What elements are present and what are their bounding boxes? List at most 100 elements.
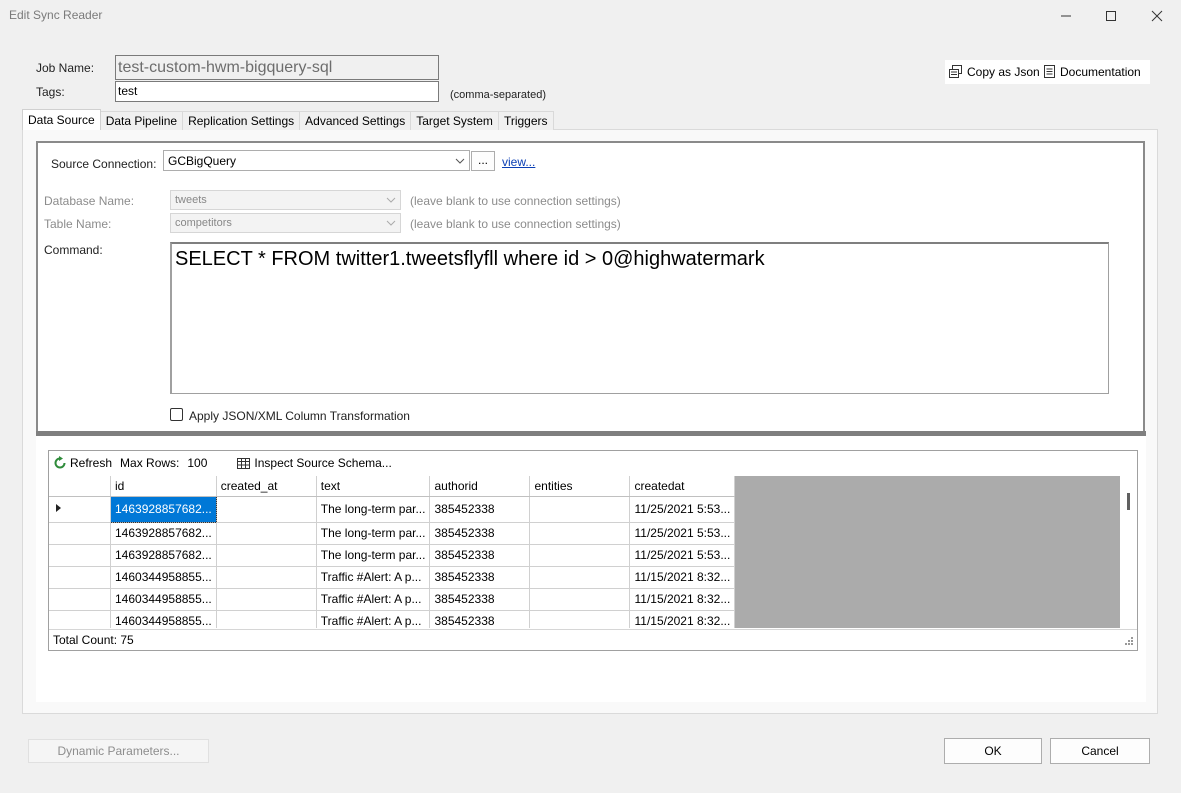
tab-data-source[interactable]: Data Source <box>22 109 101 130</box>
grid-cell[interactable] <box>216 496 317 523</box>
tab-replication-settings[interactable]: Replication Settings <box>182 111 301 130</box>
grid-cell[interactable] <box>529 610 631 628</box>
max-rows-value[interactable]: 100 <box>187 456 207 470</box>
table-row[interactable]: 1460344958855... Traffic #Alert: A p... … <box>49 588 736 611</box>
scrollbar-thumb[interactable] <box>1127 493 1130 510</box>
grid-cell[interactable]: 11/25/2021 5:53... <box>629 544 736 567</box>
cancel-button[interactable]: Cancel <box>1050 738 1150 764</box>
table-row[interactable]: 1463928857682... The long-term par... 38… <box>49 522 736 545</box>
close-icon <box>1151 10 1163 22</box>
chevron-down-icon <box>386 220 396 226</box>
copy-as-json-button[interactable]: Copy as Json <box>945 60 1046 84</box>
job-name-label: Job Name: <box>36 61 95 75</box>
row-header[interactable] <box>49 588 111 611</box>
grid-cell[interactable] <box>216 544 317 567</box>
view-connection-link[interactable]: view... <box>502 155 535 169</box>
grid-cell[interactable]: 385452338 <box>429 610 531 628</box>
grid-cell[interactable] <box>529 588 631 611</box>
grid-cell[interactable]: The long-term par... <box>316 496 431 523</box>
grid-cell[interactable]: 385452338 <box>429 588 531 611</box>
grid-cell[interactable]: 1460344958855... <box>110 588 217 611</box>
json-xml-transform-checkbox[interactable] <box>170 408 183 421</box>
grid-cell[interactable]: Traffic #Alert: A p... <box>316 566 431 589</box>
grid-cell[interactable] <box>216 588 317 611</box>
max-rows-label: Max Rows: <box>120 456 180 470</box>
table-row[interactable]: 1463928857682... The long-term par... 38… <box>49 495 736 523</box>
tags-label: Tags: <box>36 85 65 99</box>
tab-advanced-settings[interactable]: Advanced Settings <box>299 111 412 130</box>
chevron-down-icon <box>455 158 465 164</box>
grid-cell[interactable]: The long-term par... <box>316 522 431 545</box>
tab-data-pipeline[interactable]: Data Pipeline <box>99 111 184 130</box>
tab-target-system[interactable]: Target System <box>410 111 499 130</box>
source-connection-value: GCBigQuery <box>168 153 237 168</box>
column-header-id[interactable]: id <box>110 476 217 497</box>
grid-cell[interactable]: 1463928857682... <box>110 544 217 567</box>
command-editor[interactable]: SELECT * FROM twitter1.tweetsflyfll wher… <box>170 242 1109 394</box>
row-header[interactable] <box>49 522 111 545</box>
data-grid: id created_at text authorid entities cre… <box>49 476 1120 628</box>
database-hint: (leave blank to use connection settings) <box>410 194 621 208</box>
resize-grip-icon[interactable] <box>1124 636 1134 646</box>
minimize-button[interactable] <box>1043 0 1089 32</box>
tab-strip: Data Source Data Pipeline Replication Se… <box>22 109 554 130</box>
dynamic-parameters-button[interactable]: Dynamic Parameters... <box>28 739 209 763</box>
grid-cell[interactable] <box>216 566 317 589</box>
grid-cell[interactable]: 385452338 <box>429 496 531 523</box>
grid-cell[interactable]: Traffic #Alert: A p... <box>316 588 431 611</box>
browse-connection-button[interactable]: ... <box>471 151 495 171</box>
grid-cell[interactable] <box>529 496 631 523</box>
column-header-authorid[interactable]: authorid <box>429 476 531 497</box>
row-header[interactable] <box>49 496 111 523</box>
tab-triggers[interactable]: Triggers <box>497 111 554 130</box>
column-header-entities[interactable]: entities <box>529 476 631 497</box>
source-connection-label: Source Connection: <box>51 157 157 171</box>
inspect-schema-button[interactable]: Inspect Source Schema... <box>237 456 392 470</box>
row-header[interactable] <box>49 544 111 567</box>
data-grid-table: id created_at text authorid entities cre… <box>49 476 736 628</box>
grid-cell[interactable]: 11/15/2021 8:32... <box>629 610 736 628</box>
table-icon <box>237 457 251 469</box>
grid-cell[interactable]: 11/25/2021 5:53... <box>629 496 736 523</box>
grid-cell[interactable]: 1460344958855... <box>110 566 217 589</box>
ok-button[interactable]: OK <box>944 738 1042 764</box>
database-name-select[interactable]: tweets <box>170 190 401 210</box>
grid-header-row: id created_at text authorid entities cre… <box>49 476 736 497</box>
grid-cell[interactable]: 11/15/2021 8:32... <box>629 566 736 589</box>
table-row[interactable]: 1463928857682... The long-term par... 38… <box>49 544 736 567</box>
grid-cell[interactable]: 385452338 <box>429 522 531 545</box>
table-name-value: competitors <box>175 217 232 229</box>
maximize-button[interactable] <box>1088 0 1134 32</box>
column-header-createdat[interactable]: createdat <box>629 476 736 497</box>
grid-cell[interactable] <box>529 522 631 545</box>
grid-cell[interactable]: The long-term par... <box>316 544 431 567</box>
documentation-button[interactable]: Documentation <box>1040 60 1150 84</box>
grid-cell[interactable]: 11/15/2021 8:32... <box>629 588 736 611</box>
grid-cell[interactable]: 385452338 <box>429 544 531 567</box>
grid-cell[interactable] <box>529 544 631 567</box>
grid-cell[interactable]: 1463928857682... <box>110 495 217 523</box>
close-button[interactable] <box>1134 0 1180 32</box>
grid-cell[interactable]: 1463928857682... <box>110 522 217 545</box>
grid-cell[interactable]: Traffic #Alert: A p... <box>316 610 431 628</box>
tags-input[interactable]: test <box>115 81 439 102</box>
refresh-button[interactable]: Refresh <box>53 456 112 470</box>
grid-corner-cell[interactable] <box>49 476 111 497</box>
title-bar <box>0 0 1181 32</box>
table-row[interactable]: 1460344958855... Traffic #Alert: A p... … <box>49 566 736 589</box>
copy-icon <box>949 65 962 78</box>
grid-cell[interactable]: 385452338 <box>429 566 531 589</box>
refresh-label: Refresh <box>70 456 113 470</box>
grid-cell[interactable] <box>216 610 317 628</box>
table-name-select[interactable]: competitors <box>170 213 401 233</box>
row-header[interactable] <box>49 610 111 628</box>
grid-cell[interactable] <box>529 566 631 589</box>
row-header[interactable] <box>49 566 111 589</box>
column-header-created-at[interactable]: created_at <box>216 476 317 497</box>
column-header-text[interactable]: text <box>316 476 431 497</box>
grid-cell[interactable]: 11/25/2021 5:53... <box>629 522 736 545</box>
grid-cell[interactable] <box>216 522 317 545</box>
source-connection-select[interactable]: GCBigQuery <box>163 150 470 171</box>
grid-cell[interactable]: 1460344958855... <box>110 610 217 628</box>
table-row[interactable]: 1460344958855... Traffic #Alert: A p... … <box>49 610 736 628</box>
